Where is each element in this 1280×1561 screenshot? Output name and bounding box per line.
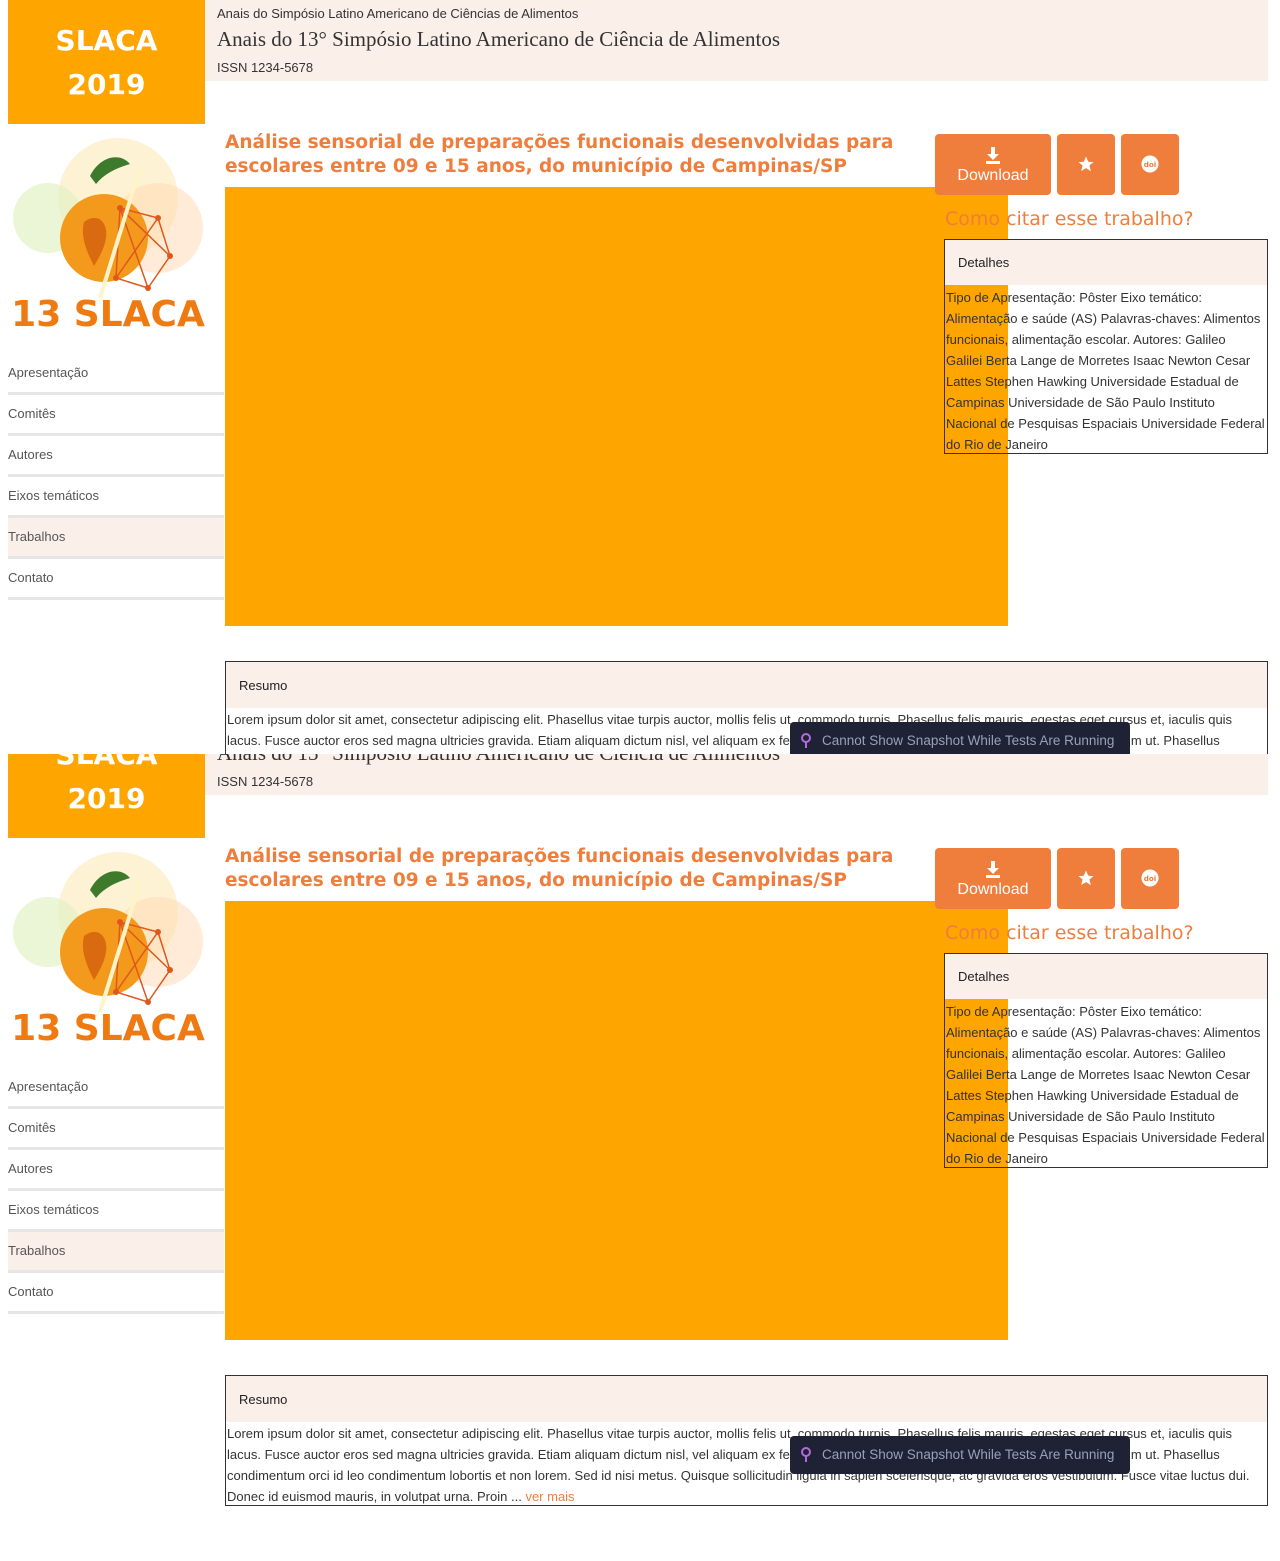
toast-message: Cannot Show Snapshot While Tests Are Run… [822,1447,1115,1462]
doi-icon: doi [1141,155,1159,173]
star-icon [1078,870,1094,886]
svg-text:doi: doi [1144,874,1157,883]
abstract-header: Resumo [226,662,1267,708]
sidebar-item-contato[interactable]: Contato [8,559,224,600]
header-title[interactable]: Anais do 13° Simpósio Latino Americano d… [217,754,780,766]
details-header: Detalhes [945,240,1267,285]
sidebar-item-trabalhos[interactable]: Trabalhos [8,1232,224,1273]
sidebar-item-trabalhos[interactable]: Trabalhos [8,518,224,559]
sidebar-item-eixos-tem-ticos[interactable]: Eixos temáticos [8,1191,224,1232]
logo-line-1: SLACA [55,24,158,57]
sidebar-item-apresenta-o[interactable]: Apresentação [8,1068,224,1109]
svg-text:13 SLACA: 13 SLACA [11,1008,205,1049]
details-body: Tipo de Apresentação: Pôster Eixo temáti… [946,290,1265,452]
doi-button[interactable]: doi [1121,134,1179,195]
cite-heading[interactable]: Como citar esse trabalho? [945,208,1194,230]
details-header: Detalhes [945,954,1267,999]
header-bar: Anais do Simpósio Latino Americano de Ci… [205,754,1268,795]
logo-line-2: 2019 [67,68,146,101]
sidebar-item-comit-s[interactable]: Comitês [8,1109,224,1150]
see-more-link[interactable]: ver mais [525,1489,574,1504]
header-bar: Anais do Simpósio Latino Americano de Ci… [205,0,1268,81]
site-logo-box[interactable]: SLACA 2019 [8,754,205,838]
sidebar-item-autores[interactable]: Autores [8,436,224,477]
header-issn: ISSN 1234-5678 [217,60,314,75]
pin-icon [801,1447,811,1462]
download-icon [986,861,1000,878]
svg-text:doi: doi [1144,160,1157,169]
article-title: Análise sensorial de preparações funcion… [225,132,894,177]
sidebar-item-autores[interactable]: Autores [8,1150,224,1191]
snapshot-toast: Cannot Show Snapshot While Tests Are Run… [790,1436,1130,1474]
pin-icon [801,733,811,748]
download-label: Download [957,881,1029,898]
page-snapshot-1: SLACA 2019 Anais do Simpósio Latino Amer… [0,0,1280,794]
star-icon [1078,156,1094,172]
svg-text:13 SLACA: 13 SLACA [11,294,205,335]
download-label: Download [957,167,1029,184]
details-card: Detalhes Tipo de Apresentação: Pôster Ei… [944,953,1268,1168]
sidebar-item-contato[interactable]: Contato [8,1273,224,1314]
sidebar-item-eixos-tem-ticos[interactable]: Eixos temáticos [8,477,224,518]
article-title: Análise sensorial de preparações funcion… [225,846,894,891]
doi-button[interactable]: doi [1121,848,1179,909]
sidebar-item-apresenta-o[interactable]: Apresentação [8,354,224,395]
logo-line-1: SLACA [55,754,158,771]
details-body: Tipo de Apresentação: Pôster Eixo temáti… [946,1004,1265,1166]
header-title[interactable]: Anais do 13° Simpósio Latino Americano d… [217,27,780,52]
favorite-button[interactable] [1057,134,1115,195]
favorite-button[interactable] [1057,848,1115,909]
event-logo-graphic: 13 SLACA [11,138,205,335]
sidebar-item-comit-s[interactable]: Comitês [8,395,224,436]
header-issn: ISSN 1234-5678 [217,774,314,789]
pdf-viewer[interactable] [225,901,1008,1340]
page-snapshot-2: SLACA 2019 Anais do Simpósio Latino Amer… [0,754,1280,1561]
sidebar-nav: Apresentação Comitês Autores Eixos temático… [8,354,224,600]
pdf-viewer[interactable] [225,187,1008,626]
cite-heading[interactable]: Como citar esse trabalho? [945,922,1194,944]
event-logo-graphic: 13 SLACA [11,852,205,1049]
abstract-header: Resumo [226,1376,1267,1422]
sidebar-nav: Apresentação Comitês Autores Eixos temático… [8,1068,224,1314]
logo-line-2: 2019 [67,782,146,815]
doi-icon: doi [1141,869,1159,887]
download-icon [986,147,1000,164]
download-button[interactable]: Download [935,134,1051,195]
header-subtitle: Anais do Simpósio Latino Americano de Ci… [217,6,579,21]
download-button[interactable]: Download [935,848,1051,909]
details-card: Detalhes Tipo de Apresentação: Pôster Ei… [944,239,1268,454]
site-logo-box[interactable]: SLACA 2019 [8,0,205,124]
